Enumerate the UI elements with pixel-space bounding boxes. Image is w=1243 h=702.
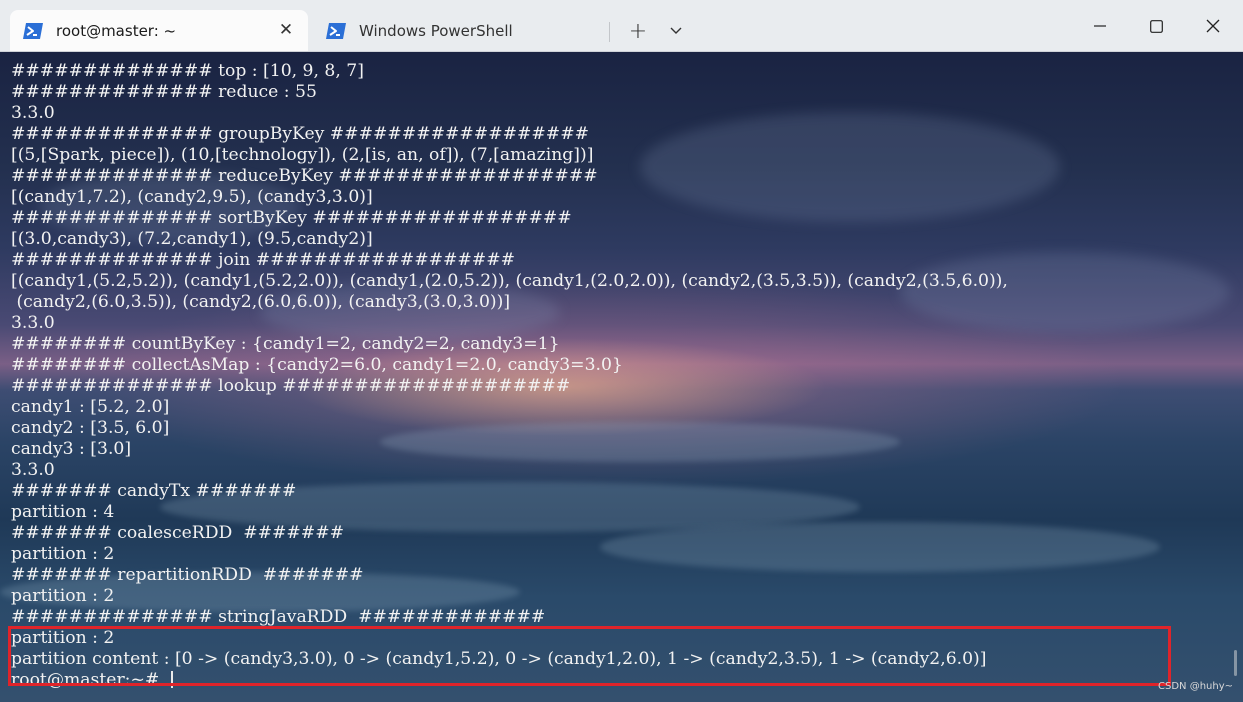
terminal-line: candy1 : [5.2, 2.0] [11,397,170,417]
terminal-line: ####### repartitionRDD ####### [11,565,364,585]
watermark: CSDN @huhy~ [1158,681,1233,692]
minimize-button[interactable] [1072,6,1128,46]
terminal-line: 3.3.0 [11,103,55,123]
terminal-line: partition : 4 [11,502,115,522]
terminal-line: partition : 2 [11,586,115,606]
terminal-line: ############## stringJavaRDD ###########… [11,607,546,627]
maximize-button[interactable] [1128,6,1184,46]
terminal-line: candy3 : [3.0] [11,439,132,459]
terminal-line: [(5,[Spark, piece]), (10,[technology]), … [11,145,594,165]
minimize-icon [1094,25,1106,27]
terminal-line: 3.3.0 [11,313,55,333]
tab-root-master[interactable]: root@master: ~ ✕ [10,10,308,51]
terminal-line: 3.3.0 [11,460,55,480]
terminal-line: ############## reduceByKey #############… [11,166,598,186]
scrollbar-thumb[interactable] [1234,650,1237,676]
new-tab-button[interactable]: + [622,16,654,46]
tab-label: Windows PowerShell [359,21,513,40]
powershell-icon [22,21,44,41]
close-window-button[interactable] [1185,6,1241,46]
close-icon [1206,19,1220,33]
terminal-line: candy2 : [3.5, 6.0] [11,418,170,438]
chevron-down-icon [670,27,682,34]
terminal-line: ############## groupByKey ##############… [11,124,590,144]
terminal-line: ############## reduce : 55 [11,82,317,102]
terminal-line: ######## countByKey : {candy1=2, candy2=… [11,334,560,354]
terminal-line: ######## collectAsMap : {candy2=6.0, can… [11,355,623,375]
tab-label: root@master: ~ [56,21,177,40]
terminal-output: ############## top : [10, 9, 8, 7] ######… [11,61,1008,691]
title-bar: root@master: ~ ✕ Windows PowerShell + [0,0,1243,52]
terminal-pane[interactable]: ############## top : [10, 9, 8, 7] ######… [0,52,1243,702]
tab-divider [609,22,610,42]
maximize-icon [1149,19,1163,33]
terminal-line: ############## sortByKey ###############… [11,208,572,228]
terminal-line: [(3.0,candy3), (7.2,candy1), (9.5,candy2… [11,229,373,249]
terminal-line: [(candy1,(5.2,5.2)), (candy1,(5.2,2.0)),… [11,271,1008,291]
tab-dropdown-button[interactable] [660,16,692,46]
close-tab-icon[interactable]: ✕ [276,20,296,40]
terminal-line: partition : 2 [11,544,115,564]
terminal-line: ####### coalesceRDD ####### [11,523,345,543]
tab-windows-powershell[interactable]: Windows PowerShell [313,10,603,51]
terminal-line: ############## join ################## [11,250,516,270]
terminal-line: (candy2,(6.0,3.5)), (candy2,(6.0,6.0)), … [11,292,511,312]
terminal-line: [(candy1,7.2), (candy2,9.5), (candy3,3.0… [11,187,373,207]
terminal-line: ############## top : [10, 9, 8, 7] [11,61,364,81]
terminal-line: ####### candyTx ####### [11,481,297,501]
powershell-icon [325,21,347,41]
terminal-line: ############## lookup ##################… [11,376,571,396]
highlight-annotation-box [8,626,1171,686]
